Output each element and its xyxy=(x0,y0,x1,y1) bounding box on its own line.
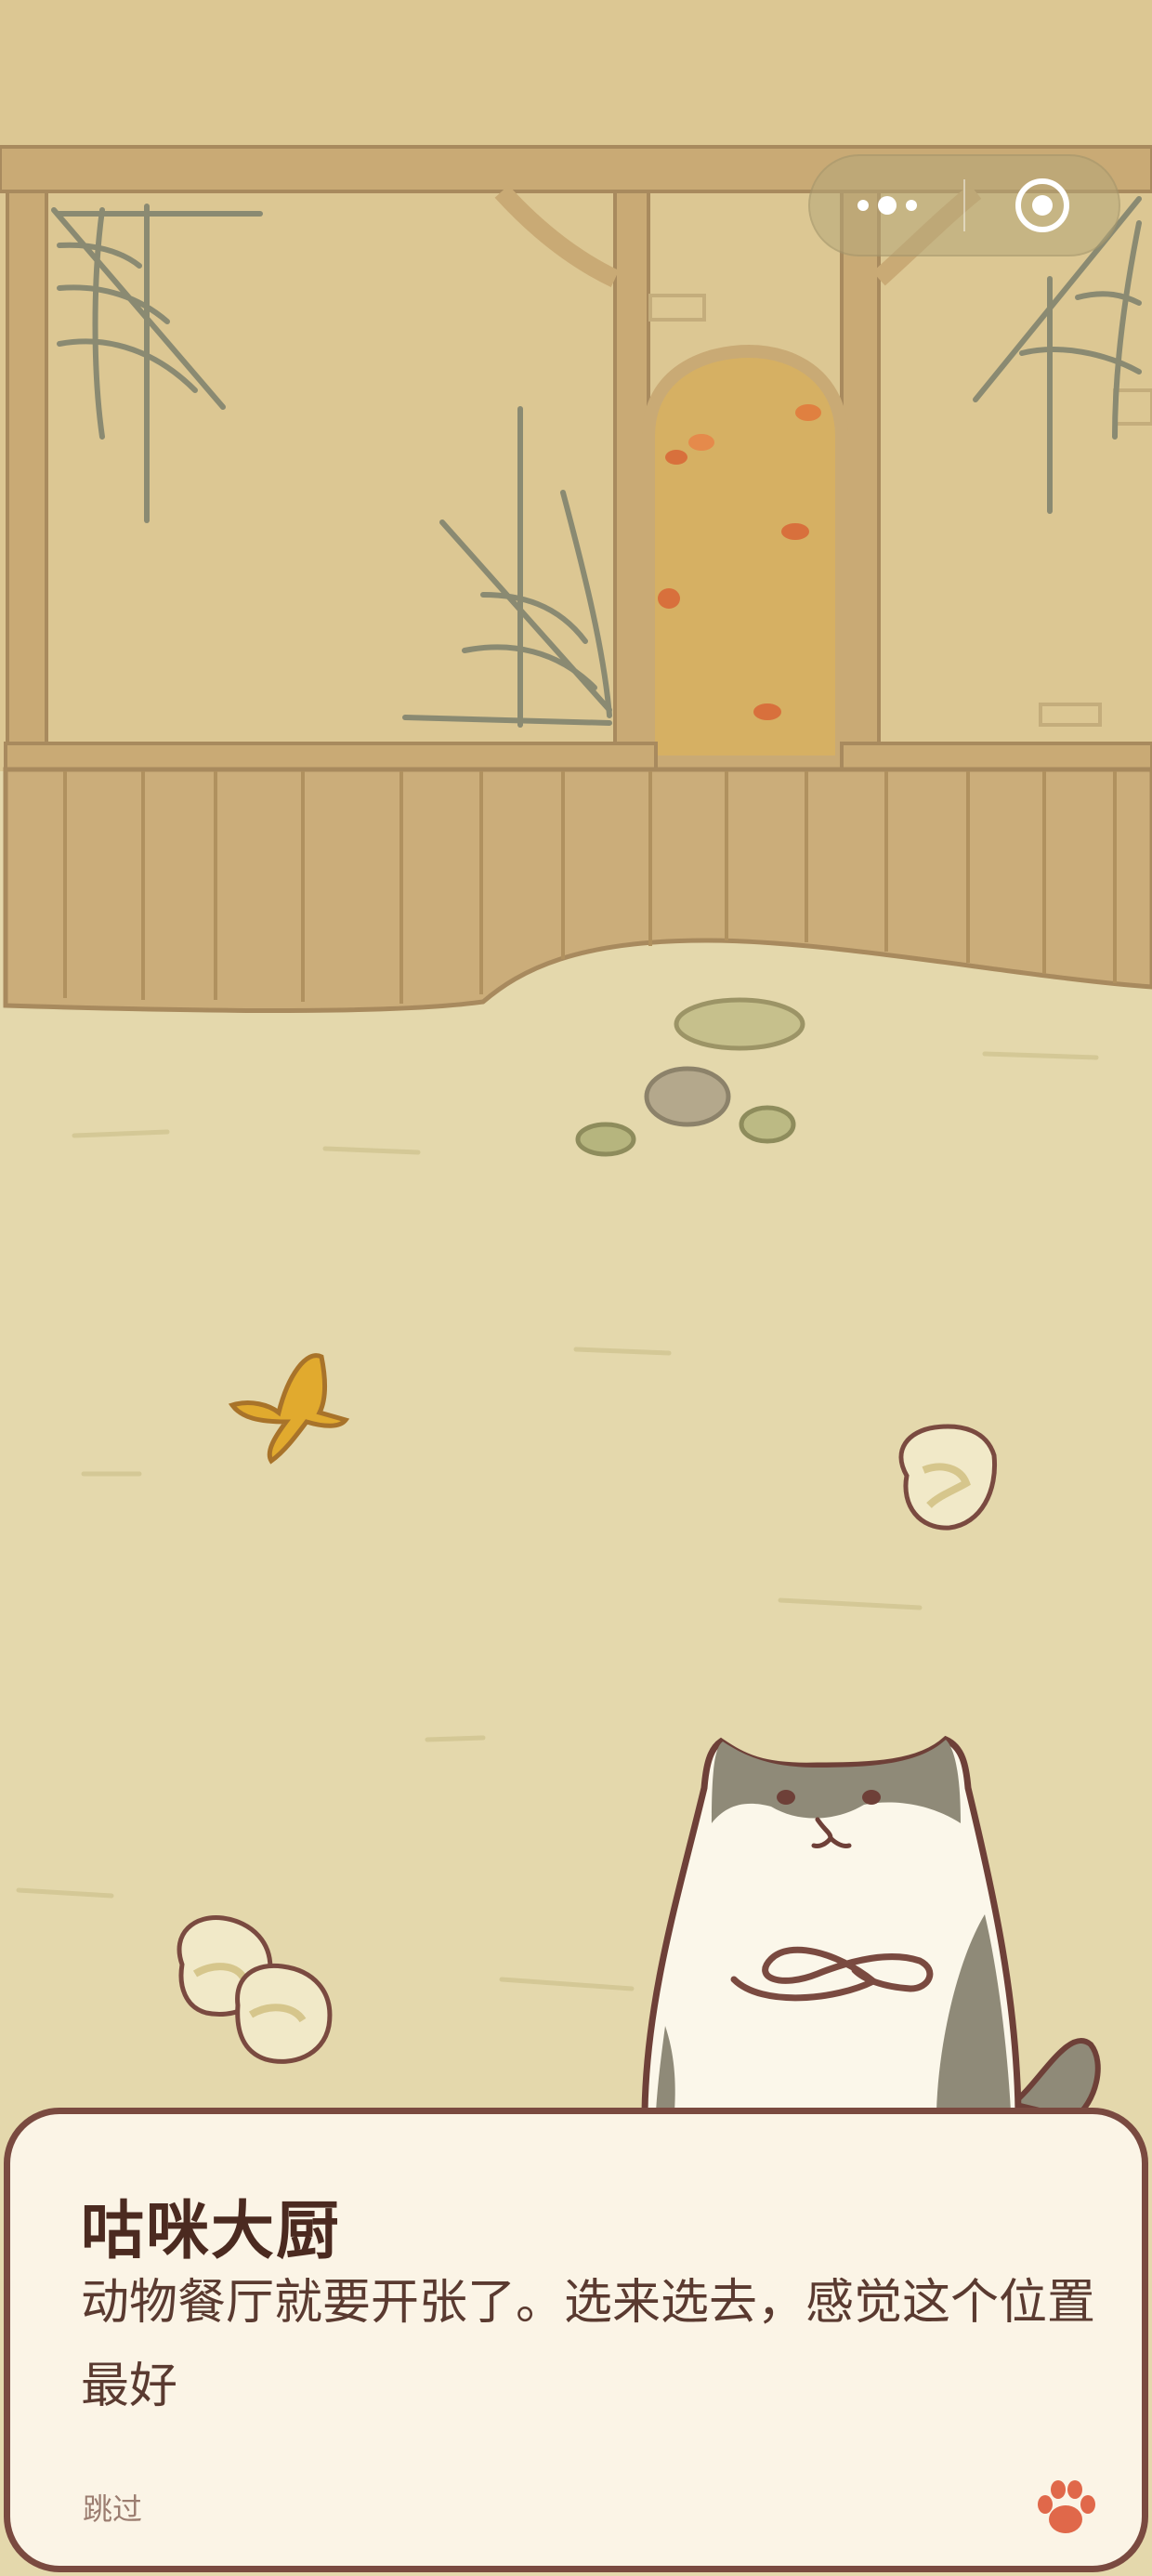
stepping-stone xyxy=(739,1105,796,1144)
leaf xyxy=(658,588,680,609)
speaker-name: 咕咪大厨 xyxy=(81,2195,342,2268)
back-wall xyxy=(0,0,1152,771)
leaf xyxy=(781,523,809,540)
skip-button[interactable]: 跳过 xyxy=(83,2486,142,2529)
wall-ledge xyxy=(4,742,658,771)
cat-eye xyxy=(862,1790,881,1805)
miniprogram-capsule xyxy=(808,154,1120,256)
more-menu-button[interactable] xyxy=(810,156,963,255)
dialog-box[interactable]: 咕咪大厨 动物餐厅就要开张了。选来选去，感觉这个位置最好 跳过 xyxy=(4,2108,1148,2572)
leaf xyxy=(753,703,781,720)
wall-ledge xyxy=(840,742,1152,771)
cat-eye xyxy=(777,1790,795,1805)
close-miniprogram-button[interactable] xyxy=(965,156,1119,255)
stepping-stone xyxy=(575,1122,636,1157)
eggshell xyxy=(235,1963,333,2064)
leaf xyxy=(665,450,687,465)
eggshell xyxy=(898,1424,998,1531)
leaf xyxy=(795,404,821,421)
dialog-text: 动物餐厅就要开张了。选来选去，感觉这个位置最好 xyxy=(81,2275,1096,2414)
leaf xyxy=(688,434,714,451)
paw-icon[interactable] xyxy=(1032,2475,1099,2542)
more-dots-icon xyxy=(857,196,917,215)
stepping-stone xyxy=(644,1066,731,1127)
stepping-stone xyxy=(674,997,805,1051)
target-close-icon xyxy=(1015,178,1069,232)
left-post xyxy=(6,190,48,751)
